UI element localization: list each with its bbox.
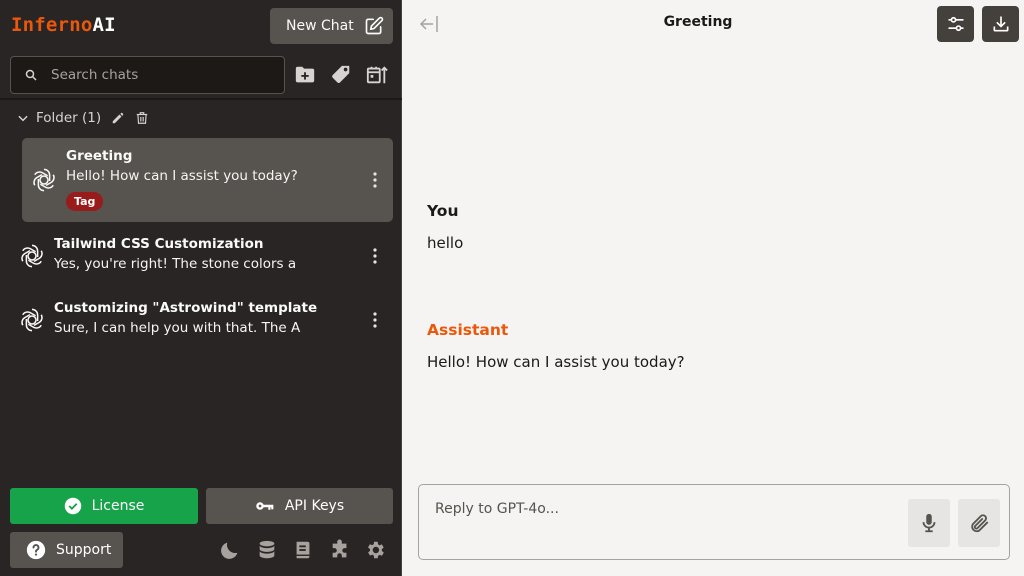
collapse-sidebar-icon[interactable]	[418, 12, 440, 36]
license-label: License	[91, 498, 145, 514]
plugins-icon[interactable]	[329, 539, 351, 561]
edit-icon	[365, 16, 383, 35]
chat-item-tailwind[interactable]: Tailwind CSS Customization Yes, you're r…	[10, 232, 393, 282]
app-logo: InfernoAI	[11, 14, 116, 36]
logo-text-ai: AI	[92, 14, 116, 36]
reply-box	[418, 484, 1010, 560]
chat-title: Greeting	[66, 148, 133, 164]
more-options-icon[interactable]	[370, 310, 380, 330]
reply-input[interactable]	[435, 501, 895, 525]
openai-icon	[33, 168, 55, 192]
chat-preview: Hello! How can I assist you today?	[66, 168, 298, 184]
help-circle-icon	[26, 540, 46, 560]
logo-text-inferno: Inferno	[11, 14, 93, 36]
rename-folder-icon[interactable]	[111, 111, 125, 125]
folder-row[interactable]: Folder (1)	[16, 108, 149, 128]
sidebar-divider	[0, 98, 402, 100]
message-text-assistant: Hello! How can I assist you today?	[427, 353, 685, 371]
support-button[interactable]: Support	[10, 532, 123, 568]
check-circle-icon	[64, 497, 81, 515]
new-chat-button[interactable]: New Chat	[270, 8, 393, 44]
new-chat-label: New Chat	[286, 18, 354, 34]
chat-item-greeting[interactable]: Greeting Hello! How can I assist you tod…	[22, 138, 393, 222]
search-box	[10, 56, 285, 94]
support-label: Support	[56, 542, 112, 558]
prompt-library-icon[interactable]	[292, 539, 314, 561]
more-options-icon[interactable]	[370, 246, 380, 266]
api-keys-button[interactable]: API Keys	[206, 488, 393, 524]
page-title: Greeting	[663, 14, 733, 30]
openai-icon	[21, 308, 43, 332]
chat-preview: Yes, you're right! The stone colors a	[54, 256, 297, 272]
new-folder-icon[interactable]	[293, 64, 317, 86]
key-icon	[256, 502, 274, 510]
api-keys-label: API Keys	[284, 498, 345, 514]
voice-input-button[interactable]	[908, 499, 950, 547]
microphone-icon	[922, 513, 936, 533]
sidebar: InfernoAI New Chat Folder (1) Greeting H…	[0, 0, 402, 576]
more-options-icon[interactable]	[370, 170, 380, 190]
sort-by-date-icon[interactable]	[365, 64, 389, 86]
chevron-down-icon	[18, 115, 28, 122]
tag-icon[interactable]	[329, 64, 353, 86]
search-icon	[25, 69, 37, 81]
license-button[interactable]: License	[10, 488, 198, 524]
openai-icon	[21, 244, 43, 268]
chat-title: Customizing "Astrowind" template	[54, 300, 318, 316]
database-icon[interactable]	[256, 539, 278, 561]
message-text-user: hello	[427, 234, 464, 252]
download-button[interactable]	[982, 6, 1019, 42]
gear-icon[interactable]	[364, 539, 386, 561]
paperclip-icon	[971, 514, 989, 533]
attach-file-button[interactable]	[958, 499, 1000, 547]
moon-icon[interactable]	[219, 539, 241, 561]
search-input[interactable]	[51, 67, 251, 83]
delete-folder-icon[interactable]	[135, 111, 149, 125]
chat-title: Tailwind CSS Customization	[54, 236, 264, 252]
folder-label: Folder (1)	[36, 110, 102, 126]
chat-item-astrowind[interactable]: Customizing "Astrowind" template Sure, I…	[10, 296, 393, 346]
download-icon	[993, 16, 1008, 32]
settings-sliders-button[interactable]	[937, 6, 974, 42]
chat-preview: Sure, I can help you with that. The A	[54, 320, 301, 336]
sliders-icon	[948, 16, 963, 32]
chat-tag-badge[interactable]: Tag	[66, 192, 104, 211]
message-role-user: You	[427, 202, 459, 220]
message-role-assistant: Assistant	[427, 321, 509, 339]
